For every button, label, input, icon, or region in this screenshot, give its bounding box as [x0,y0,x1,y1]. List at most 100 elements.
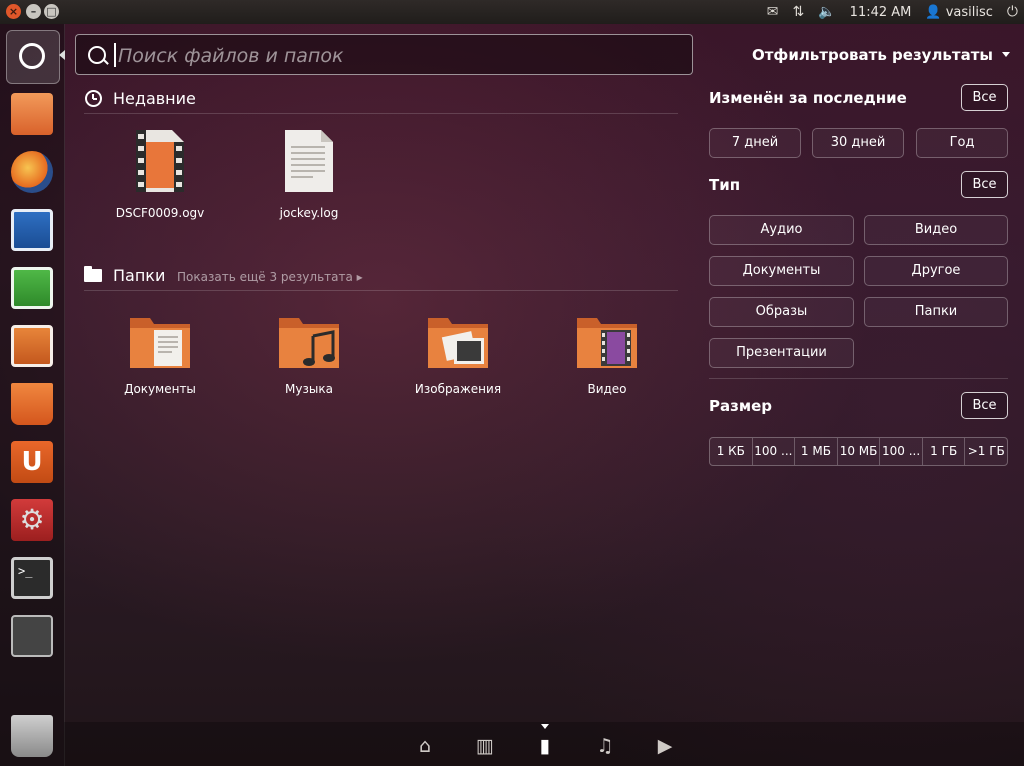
volume-icon[interactable]: 🔈 [818,4,835,20]
firefox-launcher[interactable] [6,146,58,198]
recent-category-header[interactable]: Недавние [84,89,678,114]
launcher: U ⚙ >_ [0,24,65,766]
result-item[interactable]: Изображения [388,310,528,400]
result-label: Музыка [285,382,333,396]
clock[interactable]: 11:42 AM [850,5,912,20]
type-folders-button[interactable]: Папки [864,297,1008,327]
software-center-launcher[interactable] [6,378,58,430]
ubuntu-one-launcher[interactable]: U [6,436,58,488]
workspace-switcher-launcher[interactable] [6,610,58,662]
shopping-bag-icon [11,383,53,425]
modified-filter-title: Изменён за последние [709,89,907,107]
size-option[interactable]: 10 МБ [838,438,881,465]
size-option[interactable]: 1 ГБ [923,438,966,465]
ubuntu-one-icon: U [11,441,53,483]
result-item[interactable]: Документы [90,310,230,400]
impress-icon [11,325,53,367]
result-label: Видео [587,382,627,396]
maximize-window-icon[interactable]: □ [44,4,59,19]
videos-folder-icon [577,318,637,368]
impress-launcher[interactable] [6,320,58,372]
firefox-icon [11,151,53,193]
divider [709,378,1008,379]
search-box[interactable] [75,34,693,76]
size-range-selector[interactable]: 1 КБ 100 ... 1 МБ 10 МБ 100 ... 1 ГБ >1 … [709,437,1008,466]
folder-icon [11,93,53,135]
files-lens-icon[interactable]: ▮ [534,736,556,756]
type-images-button[interactable]: Образы [709,297,854,327]
system-settings-launcher[interactable]: ⚙ [6,494,58,546]
type-presentations-button[interactable]: Презентации [709,338,854,368]
result-label: DSCF0009.ogv [115,206,205,220]
close-window-icon[interactable]: × [6,4,21,19]
user-icon: 👤 [925,4,942,20]
music-folder-icon [279,318,339,368]
type-audio-button[interactable]: Аудио [709,215,854,245]
writer-icon [11,209,53,251]
type-other-button[interactable]: Другое [864,256,1008,286]
indicator-area: ✉ ⇅ 🔈 11:42 AM 👤 vasilisc ⏻ [767,0,1018,24]
video-file-icon [136,130,184,192]
active-arrow-icon [59,50,65,60]
trash-launcher[interactable] [6,710,58,762]
size-option[interactable]: >1 ГБ [965,438,1007,465]
dash-home-button[interactable] [6,30,60,84]
type-video-button[interactable]: Видео [864,215,1008,245]
type-documents-button[interactable]: Документы [709,256,854,286]
modified-7-days-button[interactable]: 7 дней [709,128,801,158]
show-more-results-link[interactable]: Показать ещё 3 результата ▸ [177,270,363,284]
type-all-button[interactable]: Все [961,171,1008,198]
size-option[interactable]: 1 МБ [795,438,838,465]
writer-launcher[interactable] [6,204,58,256]
home-folder-launcher[interactable] [6,88,58,140]
dropdown-arrow-icon[interactable] [1002,52,1010,57]
recent-category-title: Недавние [113,89,196,108]
calc-launcher[interactable] [6,262,58,314]
workspaces-icon [11,615,53,657]
mail-icon[interactable]: ✉ [767,4,779,20]
terminal-icon: >_ [11,557,53,599]
result-item[interactable]: jockey.log [239,128,379,223]
filter-results-toggle[interactable]: Отфильтровать результаты [752,46,993,64]
size-all-button[interactable]: Все [961,392,1008,419]
user-name: vasilisc [945,4,993,20]
size-option[interactable]: 100 ... [753,438,796,465]
settings-gear-icon: ⚙ [11,499,53,541]
search-icon [88,46,106,64]
expand-arrow-icon: ▸ [356,270,363,284]
terminal-launcher[interactable]: >_ [6,552,58,604]
folders-category-title: Папки [113,266,166,285]
size-filter-title: Размер [709,397,773,415]
folder-icon [84,266,102,282]
modified-30-days-button[interactable]: 30 дней [812,128,904,158]
modified-all-button[interactable]: Все [961,84,1008,111]
active-lens-marker-icon [541,724,549,729]
trash-icon [11,715,53,757]
applications-lens-icon[interactable]: ▥ [474,736,496,756]
home-lens-icon[interactable]: ⌂ [414,736,436,756]
video-lens-icon[interactable]: ▶ [654,736,676,756]
type-filter-title: Тип [709,176,741,194]
result-label: Изображения [414,382,502,396]
result-label: jockey.log [279,206,339,220]
result-item[interactable]: Видео [537,310,677,400]
minimize-window-icon[interactable]: – [26,4,41,19]
clock-icon [85,90,102,107]
show-more-label: Показать ещё 3 результата [177,270,353,284]
size-option[interactable]: 100 ... [880,438,923,465]
pictures-folder-icon [428,318,488,368]
music-lens-icon[interactable]: ♫ [594,736,616,756]
power-icon[interactable]: ⏻ [1007,4,1018,20]
result-item[interactable]: DSCF0009.ogv [90,128,230,223]
result-item[interactable]: Музыка [239,310,379,400]
folders-category-header[interactable]: Папки Показать ещё 3 результата ▸ [84,266,678,291]
ubuntu-logo-icon [19,43,45,69]
text-file-icon [285,130,333,192]
result-label: Документы [124,382,196,396]
network-icon[interactable]: ⇅ [793,4,805,20]
size-option[interactable]: 1 КБ [710,438,753,465]
top-panel: × – □ ✉ ⇅ 🔈 11:42 AM 👤 vasilisc ⏻ [0,0,1024,24]
user-menu[interactable]: 👤 vasilisc [925,5,993,20]
search-input[interactable] [116,35,680,76]
modified-year-button[interactable]: Год [916,128,1008,158]
